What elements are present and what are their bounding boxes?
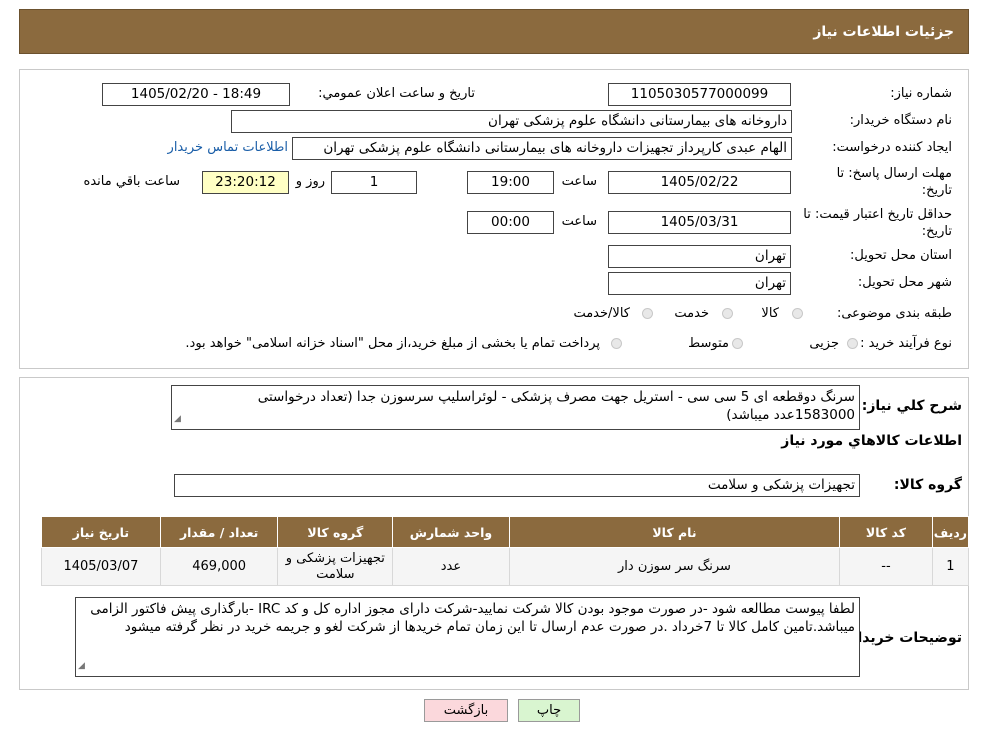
city-field: تهران: [608, 272, 791, 295]
summary-label: شرح کلي نیاز:: [861, 398, 962, 414]
deadline-label: مهلت ارسال پاسخ: تا: [836, 166, 952, 181]
col-item-code: کد کالا: [839, 516, 933, 548]
goods-table: ردیف کد کالا نام کالا واحد شمارش گروه کا…: [41, 516, 970, 586]
print-button[interactable]: چاپ: [518, 699, 580, 722]
table-row: 1 -- سرنگ سر سوزن دار عدد تجهیزات پزشکی …: [41, 547, 970, 586]
summary-text: سرنگ دوقطعه ای 5 سی سی - استریل جهت مصرف…: [257, 389, 855, 423]
general-info-panel: شماره نیاز: 1105030577000099 تاریخ و ساع…: [19, 69, 969, 369]
cell-quantity: 469,000: [159, 547, 279, 586]
resize-grip-icon: ◢: [78, 661, 85, 671]
col-item-name: نام کالا: [508, 516, 841, 548]
buyer-notes-text: لطفا پیوست مطالعه شود -در صورت موجود بود…: [90, 601, 855, 635]
buyer-notes-label: توضیحات خریدار:: [843, 630, 962, 646]
creator-label: ایجاد کننده درخواست:: [832, 140, 952, 155]
buyer-notes-textarea: لطفا پیوست مطالعه شود -در صورت موجود بود…: [75, 597, 860, 677]
back-button[interactable]: بازگشت: [424, 699, 508, 722]
category-option-goods: کالا: [761, 306, 779, 321]
goods-group-field: تجهیزات پزشکی و سلامت: [174, 474, 860, 497]
need-number-label: شماره نیاز:: [890, 86, 952, 101]
buyer-contact-link[interactable]: اطلاعات تماس خریدار: [168, 140, 288, 155]
col-row-number: ردیف: [931, 516, 970, 548]
buyer-org-label: نام دستگاه خریدار:: [849, 113, 952, 128]
deadline-time-label: ساعت: [561, 174, 597, 189]
cell-row-number: 1: [931, 547, 970, 586]
days-remaining-field: 1: [331, 171, 417, 194]
purchase-option-minor: جزیی: [809, 336, 839, 351]
category-option-service: خدمت: [674, 306, 709, 321]
goods-info-title: اطلاعات کالاهاي مورد نیاز: [781, 433, 962, 449]
deadline-label-date: تاریخ:: [921, 183, 952, 198]
cell-unit: عدد: [392, 547, 510, 586]
announce-datetime-label: تاریخ و ساعت اعلان عمومي:: [318, 86, 475, 101]
province-field: تهران: [608, 245, 791, 268]
cell-need-date: 1405/03/07: [41, 547, 161, 586]
category-radio-goods[interactable]: [792, 308, 803, 319]
need-details-panel: شرح کلي نیاز: سرنگ دوقطعه ای 5 سی سی - ا…: [19, 377, 970, 690]
remaining-time-label: ساعت باقي مانده: [83, 174, 180, 189]
validity-label-date: تاریخ:: [921, 224, 952, 239]
buyer-org-field: داروخانه های بیمارستانی دانشگاه علوم پزش…: [231, 110, 792, 133]
creator-field: الهام عبدی کارپرداز تجهیزات داروخانه های…: [292, 137, 792, 160]
col-unit: واحد شمارش: [392, 516, 510, 548]
province-label: استان محل تحویل:: [850, 248, 952, 263]
col-goods-group: گروه کالا: [277, 516, 394, 548]
remaining-time-field: 23:20:12: [202, 171, 289, 194]
city-label: شهر محل تحویل:: [857, 275, 952, 290]
summary-textarea: سرنگ دوقطعه ای 5 سی سی - استریل جهت مصرف…: [171, 385, 860, 430]
page-title: جزئیات اطلاعات نیاز: [813, 24, 954, 40]
validity-date-field: 1405/03/31: [608, 211, 791, 234]
cell-item-code: --: [839, 547, 933, 586]
category-option-goods-service: کالا/خدمت: [573, 306, 630, 321]
purchase-note: پرداخت تمام یا بخشی از مبلغ خرید،از محل …: [185, 336, 600, 351]
cell-item-name: سرنگ سر سوزن دار: [508, 547, 841, 586]
purchase-type-label: نوع فرآیند خرید :: [860, 336, 952, 351]
purchase-option-medium: متوسط: [688, 336, 729, 351]
days-label: روز و: [295, 174, 325, 189]
cell-goods-group: تجهیزات پزشکی و سلامت: [277, 547, 394, 586]
page-header: جزئیات اطلاعات نیاز: [19, 9, 969, 54]
deadline-date-field: 1405/02/22: [608, 171, 791, 194]
goods-group-label: گروه کالا:: [893, 477, 962, 493]
validity-time-label: ساعت: [561, 214, 597, 229]
deadline-time-field: 19:00: [467, 171, 554, 194]
validity-time-field: 00:00: [467, 211, 554, 234]
goods-table-header: ردیف کد کالا نام کالا واحد شمارش گروه کا…: [41, 516, 970, 548]
purchase-radio-minor[interactable]: [847, 338, 858, 349]
purchase-radio-medium[interactable]: [732, 338, 743, 349]
col-need-date: تاریخ نیاز: [41, 516, 161, 548]
category-radio-goods-service[interactable]: [642, 308, 653, 319]
col-quantity: تعداد / مقدار: [159, 516, 279, 548]
need-number-field: 1105030577000099: [608, 83, 791, 106]
category-radio-service[interactable]: [722, 308, 733, 319]
category-label: طبقه بندی موضوعی:: [836, 306, 952, 321]
validity-label: حداقل تاریخ اعتبار قیمت: تا: [803, 207, 952, 222]
resize-grip-icon: ◢: [174, 414, 181, 424]
announce-datetime-field: 1405/02/20 - 18:49: [102, 83, 290, 106]
purchase-radio-treasury[interactable]: [611, 338, 622, 349]
